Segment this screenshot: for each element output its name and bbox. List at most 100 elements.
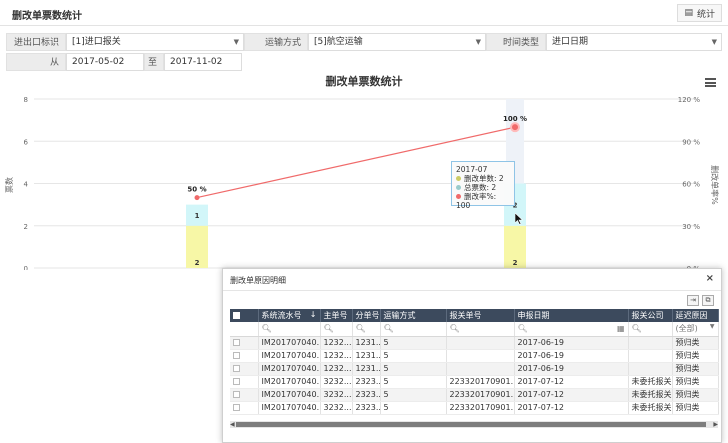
column-header[interactable]: 报关单号 [446, 309, 515, 322]
table-cell: 1231... [352, 362, 381, 376]
export-icon[interactable]: ⇥ [687, 295, 699, 306]
table-cell: 5 [380, 388, 447, 402]
column-header[interactable]: 系统流水号 ↓ [258, 309, 321, 322]
y2-axis-label: 删改单率% [710, 165, 720, 205]
column-header[interactable]: 分单号 [352, 309, 381, 322]
scrollbar-thumb[interactable] [236, 422, 706, 427]
bar-data-label: 2 [195, 259, 200, 267]
table-row[interactable]: IM201707040...3232...2323...522332017090… [230, 388, 719, 402]
table-cell: IM201707040... [258, 336, 321, 350]
rate-point [194, 195, 200, 201]
table-cell [628, 336, 673, 350]
y-tick-label: 6 [24, 138, 29, 146]
table-cell: 2017-07-12 [514, 388, 629, 402]
filter-row-2: 从 2017-05-02 至 2017-11-02 [6, 53, 242, 71]
y-tick-label: 4 [24, 181, 29, 189]
row-checkbox[interactable] [230, 375, 259, 389]
table-cell: 1232... [320, 362, 353, 376]
table-cell: 3232... [320, 375, 353, 389]
rate-data-label: 50 % [187, 186, 206, 194]
reason-filter-select[interactable]: (全部) ▼ [672, 322, 719, 337]
table-cell: 2017-07-12 [514, 401, 629, 415]
table-cell: 未委托报关 [628, 388, 673, 402]
search-icon[interactable]: 🔍︎ [352, 322, 381, 337]
search-icon[interactable]: 🔍︎ [446, 322, 515, 337]
search-icon[interactable]: 🔍︎ [380, 322, 447, 337]
row-checkbox[interactable] [230, 388, 259, 402]
time-type-select[interactable]: 进口日期 ▼ [546, 33, 722, 51]
copy-icon[interactable]: ⧉ [702, 295, 714, 306]
dialog-header: 删改单原因明细 × [223, 269, 721, 291]
from-date-input[interactable]: 2017-05-02 [66, 53, 144, 71]
dropdown-arrow-icon: ▼ [711, 38, 717, 46]
column-header[interactable]: 报关公司 [628, 309, 673, 322]
table-cell: 预归类 [672, 401, 719, 415]
row-checkbox[interactable] [230, 349, 259, 363]
table-cell: 预归类 [672, 336, 719, 350]
table-row[interactable]: IM201707040...1232...1231...5 2017-06-19 预… [230, 349, 719, 363]
statistics-button[interactable]: ▤ 统计 [677, 4, 722, 22]
row-checkbox[interactable] [230, 401, 259, 415]
bar-data-label: 1 [195, 212, 200, 220]
dropdown-arrow-icon: ▼ [475, 38, 481, 46]
y2-tick-label: 60 % [682, 181, 700, 189]
table-cell: 2017-07-12 [514, 375, 629, 389]
time-type-value: 进口日期 [552, 37, 589, 47]
table-cell: 3232... [320, 388, 353, 402]
dropdown-arrow-icon: ▼ [233, 38, 239, 46]
search-icon[interactable]: 🔍︎ [320, 322, 353, 337]
y2-tick-label: 120 % [678, 96, 701, 104]
table-cell: IM201707040... [258, 362, 321, 376]
table-cell: 1232... [320, 336, 353, 350]
select-all-checkbox[interactable] [230, 309, 259, 322]
search-icon[interactable]: 🔍︎ [628, 322, 673, 337]
calendar-icon: ▦ [616, 324, 625, 334]
close-icon[interactable]: × [706, 273, 714, 284]
row-checkbox[interactable] [230, 336, 259, 350]
tooltip-dot-1 [456, 176, 461, 181]
table-cell: 223320170901... [446, 388, 515, 402]
tooltip-line-1: 删改单数: 2 [464, 174, 504, 183]
chart-tooltip: 2017-07 删改单数: 2 总票数: 2 删改率%: 100 [451, 161, 515, 210]
column-header[interactable]: 主单号 [320, 309, 353, 322]
table-cell: 223320170901... [446, 401, 515, 415]
search-icon[interactable]: 🔍︎ [258, 322, 321, 337]
table-cell: 5 [380, 375, 447, 389]
table-cell [628, 362, 673, 376]
statistics-button-label: 统计 [696, 9, 715, 20]
table-cell: 1231... [352, 336, 381, 350]
table-row[interactable]: IM201707040...3232...2323...522332017090… [230, 401, 719, 415]
table-cell: 223320170901... [446, 375, 515, 389]
table-row[interactable]: IM201707040...1232...1231...5 2017-06-19 预… [230, 336, 719, 350]
filter-row: 🔍︎ 🔍︎ 🔍︎ 🔍︎ 🔍︎ 🔍︎ ▦ 🔍︎ (全部) ▼ [230, 322, 719, 337]
row-checkbox[interactable] [230, 362, 259, 376]
table-cell: 预归类 [672, 388, 719, 402]
table-cell: 2017-06-19 [514, 336, 629, 350]
bar-data-label: 2 [513, 259, 518, 267]
table-cell: 5 [380, 349, 447, 363]
table-cell: 预归类 [672, 349, 719, 363]
scroll-right-icon[interactable]: ▶ [713, 421, 718, 428]
dialog-toolbar: ⇥ ⧉ [687, 295, 714, 306]
table-cell [446, 336, 515, 350]
table-row[interactable]: IM201707040...1232...1231...5 2017-06-19 预… [230, 362, 719, 376]
column-header[interactable]: 延迟原因 [672, 309, 719, 322]
column-header[interactable]: 运输方式 [380, 309, 447, 322]
table-cell: 预归类 [672, 375, 719, 389]
ie-flag-select[interactable]: [1]进口报关 ▼ [66, 33, 244, 51]
to-date-input[interactable]: 2017-11-02 [164, 53, 242, 71]
table-cell: 未委托报关 [628, 375, 673, 389]
tooltip-dot-2 [456, 185, 461, 190]
date-filter-cell[interactable]: 🔍︎ ▦ [514, 322, 629, 337]
filter-row-1: 进出口标识 [1]进口报关 ▼ 运输方式 [5]航空运输 ▼ 时间类型 进口日期… [6, 33, 722, 51]
horizontal-scrollbar[interactable]: ◀ ▶ [230, 421, 718, 428]
scroll-left-icon[interactable]: ◀ [230, 421, 235, 428]
y-axis-label: 票数 [4, 177, 14, 193]
table-header-row: 系统流水号 ↓ 主单号 分单号 运输方式 报关单号 申报日期 报关公司 延迟原因 [230, 309, 719, 322]
table-row[interactable]: IM201707040...3232...2323...522332017090… [230, 375, 719, 389]
transport-select[interactable]: [5]航空运输 ▼ [308, 33, 486, 51]
table-cell [628, 349, 673, 363]
y-tick-label: 8 [24, 96, 28, 104]
rate-data-label: 100 % [503, 115, 527, 123]
column-header[interactable]: 申报日期 [514, 309, 629, 322]
